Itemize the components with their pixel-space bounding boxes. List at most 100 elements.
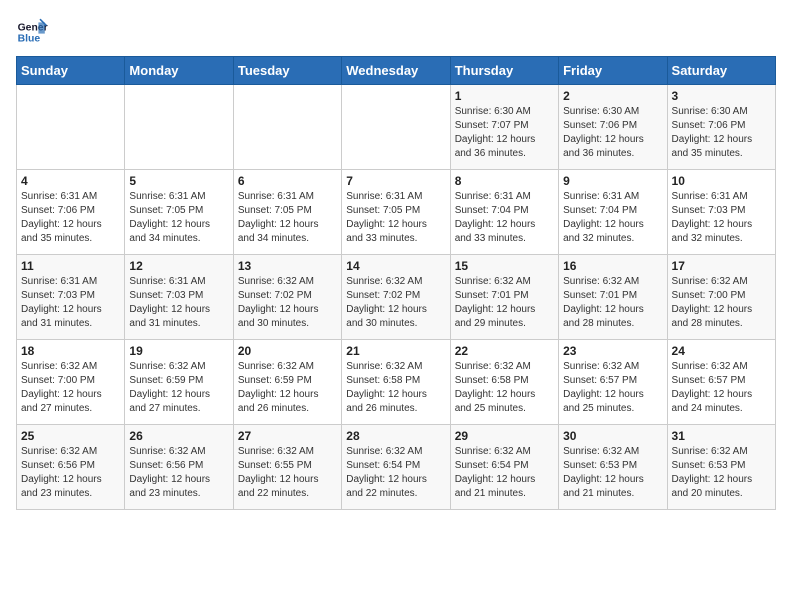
calendar-body: 1 Sunrise: 6:30 AM Sunset: 7:07 PM Daylig… (17, 85, 776, 510)
calendar-cell: 14 Sunrise: 6:32 AM Sunset: 7:02 PM Dayli… (342, 255, 450, 340)
calendar-week-3: 11Sunrise: 6:31 AM Sunset: 7:03 PM Dayli… (17, 255, 776, 340)
calendar-cell: 21 Sunrise: 6:32 AM Sunset: 6:58 PM Dayli… (342, 340, 450, 425)
day-info: Sunrise: 6:31 AM Sunset: 7:04 PM Dayligh… (563, 190, 662, 246)
day-info: Sunrise: 6:32 AM Sunset: 6:56 PM Dayligh… (129, 445, 228, 501)
day-info: Sunrise: 6:31 AM Sunset: 7:03 PM Dayligh… (672, 190, 771, 246)
day-number: 28 (346, 429, 445, 443)
day-number: 4 (21, 174, 120, 188)
day-info: Sunrise: 6:32 AM Sunset: 7:02 PM Dayligh… (346, 275, 445, 331)
calendar-cell: 16 Sunrise: 6:32 AM Sunset: 7:01 PM Dayli… (559, 255, 667, 340)
svg-text:Blue: Blue (18, 34, 41, 45)
logo-icon: General Blue (16, 16, 48, 48)
day-number: 9 (563, 174, 662, 188)
calendar-cell: 22 Sunrise: 6:32 AM Sunset: 6:58 PM Dayli… (450, 340, 558, 425)
day-info: Sunrise: 6:32 AM Sunset: 6:57 PM Dayligh… (672, 360, 771, 416)
day-info: Sunrise: 6:32 AM Sunset: 6:55 PM Dayligh… (238, 445, 337, 501)
day-number: 8 (455, 174, 554, 188)
day-info: Sunrise: 6:32 AM Sunset: 7:01 PM Dayligh… (563, 275, 662, 331)
day-info: Sunrise: 6:32 AM Sunset: 6:57 PM Dayligh… (563, 360, 662, 416)
day-info: Sunrise: 6:32 AM Sunset: 6:53 PM Dayligh… (563, 445, 662, 501)
calendar-cell: 29 Sunrise: 6:32 AM Sunset: 6:54 PM Dayli… (450, 425, 558, 510)
day-number: 5 (129, 174, 228, 188)
day-number: 7 (346, 174, 445, 188)
day-number: 29 (455, 429, 554, 443)
day-number: 25 (21, 429, 120, 443)
calendar-cell: 26 Sunrise: 6:32 AM Sunset: 6:56 PM Dayli… (125, 425, 233, 510)
day-number: 22 (455, 344, 554, 358)
calendar-cell: 23 Sunrise: 6:32 AM Sunset: 6:57 PM Dayli… (559, 340, 667, 425)
day-number: 14 (346, 259, 445, 273)
calendar-cell: 2 Sunrise: 6:30 AM Sunset: 7:06 PM Daylig… (559, 85, 667, 170)
logo: General Blue (16, 16, 52, 48)
day-number: 27 (238, 429, 337, 443)
calendar-cell (233, 85, 341, 170)
day-info: Sunrise: 6:30 AM Sunset: 7:06 PM Dayligh… (672, 105, 771, 161)
day-info: Sunrise: 6:32 AM Sunset: 6:59 PM Dayligh… (238, 360, 337, 416)
calendar-cell: 27 Sunrise: 6:32 AM Sunset: 6:55 PM Dayli… (233, 425, 341, 510)
weekday-header-thursday: Thursday (450, 57, 558, 85)
day-info: Sunrise: 6:30 AM Sunset: 7:07 PM Dayligh… (455, 105, 554, 161)
calendar-cell: 19 Sunrise: 6:32 AM Sunset: 6:59 PM Dayli… (125, 340, 233, 425)
day-number: 2 (563, 89, 662, 103)
day-info: Sunrise: 6:31 AM Sunset: 7:05 PM Dayligh… (129, 190, 228, 246)
day-info: Sunrise: 6:32 AM Sunset: 7:00 PM Dayligh… (672, 275, 771, 331)
calendar-cell (125, 85, 233, 170)
page-header: General Blue (16, 16, 776, 48)
calendar-cell: 1 Sunrise: 6:30 AM Sunset: 7:07 PM Daylig… (450, 85, 558, 170)
day-number: 13 (238, 259, 337, 273)
day-info: Sunrise: 6:31 AM Sunset: 7:06 PM Dayligh… (21, 190, 120, 246)
weekday-header-monday: Monday (125, 57, 233, 85)
calendar-cell: 31 Sunrise: 6:32 AM Sunset: 6:53 PM Dayli… (667, 425, 775, 510)
day-number: 12 (129, 259, 228, 273)
day-info: Sunrise: 6:32 AM Sunset: 6:54 PM Dayligh… (346, 445, 445, 501)
day-info: Sunrise: 6:32 AM Sunset: 6:59 PM Dayligh… (129, 360, 228, 416)
calendar-cell: 17 Sunrise: 6:32 AM Sunset: 7:00 PM Dayli… (667, 255, 775, 340)
day-info: Sunrise: 6:32 AM Sunset: 6:53 PM Dayligh… (672, 445, 771, 501)
day-info: Sunrise: 6:32 AM Sunset: 6:54 PM Dayligh… (455, 445, 554, 501)
day-info: Sunrise: 6:32 AM Sunset: 7:01 PM Dayligh… (455, 275, 554, 331)
calendar-cell: 12Sunrise: 6:31 AM Sunset: 7:03 PM Dayli… (125, 255, 233, 340)
calendar-cell: 8 Sunrise: 6:31 AM Sunset: 7:04 PM Daylig… (450, 170, 558, 255)
calendar-cell: 30Sunrise: 6:32 AM Sunset: 6:53 PM Dayli… (559, 425, 667, 510)
day-number: 1 (455, 89, 554, 103)
weekday-header-sunday: Sunday (17, 57, 125, 85)
day-number: 24 (672, 344, 771, 358)
day-number: 6 (238, 174, 337, 188)
day-info: Sunrise: 6:32 AM Sunset: 7:00 PM Dayligh… (21, 360, 120, 416)
calendar-cell: 11Sunrise: 6:31 AM Sunset: 7:03 PM Dayli… (17, 255, 125, 340)
day-info: Sunrise: 6:32 AM Sunset: 7:02 PM Dayligh… (238, 275, 337, 331)
calendar-cell: 10Sunrise: 6:31 AM Sunset: 7:03 PM Dayli… (667, 170, 775, 255)
calendar-cell: 4 Sunrise: 6:31 AM Sunset: 7:06 PM Daylig… (17, 170, 125, 255)
calendar-week-5: 25 Sunrise: 6:32 AM Sunset: 6:56 PM Dayli… (17, 425, 776, 510)
day-number: 31 (672, 429, 771, 443)
calendar-cell: 24 Sunrise: 6:32 AM Sunset: 6:57 PM Dayli… (667, 340, 775, 425)
weekday-header-wednesday: Wednesday (342, 57, 450, 85)
day-number: 19 (129, 344, 228, 358)
weekday-header-friday: Friday (559, 57, 667, 85)
day-info: Sunrise: 6:32 AM Sunset: 6:58 PM Dayligh… (346, 360, 445, 416)
day-number: 26 (129, 429, 228, 443)
day-number: 3 (672, 89, 771, 103)
calendar-week-2: 4 Sunrise: 6:31 AM Sunset: 7:06 PM Daylig… (17, 170, 776, 255)
calendar-cell (342, 85, 450, 170)
calendar-week-1: 1 Sunrise: 6:30 AM Sunset: 7:07 PM Daylig… (17, 85, 776, 170)
weekday-header-saturday: Saturday (667, 57, 775, 85)
day-info: Sunrise: 6:32 AM Sunset: 6:56 PM Dayligh… (21, 445, 120, 501)
day-info: Sunrise: 6:31 AM Sunset: 7:04 PM Dayligh… (455, 190, 554, 246)
calendar-cell: 3 Sunrise: 6:30 AM Sunset: 7:06 PM Daylig… (667, 85, 775, 170)
day-number: 11 (21, 259, 120, 273)
day-number: 21 (346, 344, 445, 358)
day-info: Sunrise: 6:31 AM Sunset: 7:05 PM Dayligh… (346, 190, 445, 246)
calendar-cell: 25 Sunrise: 6:32 AM Sunset: 6:56 PM Dayli… (17, 425, 125, 510)
day-number: 17 (672, 259, 771, 273)
day-info: Sunrise: 6:30 AM Sunset: 7:06 PM Dayligh… (563, 105, 662, 161)
day-info: Sunrise: 6:32 AM Sunset: 6:58 PM Dayligh… (455, 360, 554, 416)
calendar-cell: 28 Sunrise: 6:32 AM Sunset: 6:54 PM Dayli… (342, 425, 450, 510)
day-number: 16 (563, 259, 662, 273)
weekday-header-row: SundayMondayTuesdayWednesdayThursdayFrid… (17, 57, 776, 85)
day-number: 20 (238, 344, 337, 358)
calendar-week-4: 18Sunrise: 6:32 AM Sunset: 7:00 PM Dayli… (17, 340, 776, 425)
calendar-cell: 13 Sunrise: 6:32 AM Sunset: 7:02 PM Dayli… (233, 255, 341, 340)
day-number: 23 (563, 344, 662, 358)
calendar-cell (17, 85, 125, 170)
